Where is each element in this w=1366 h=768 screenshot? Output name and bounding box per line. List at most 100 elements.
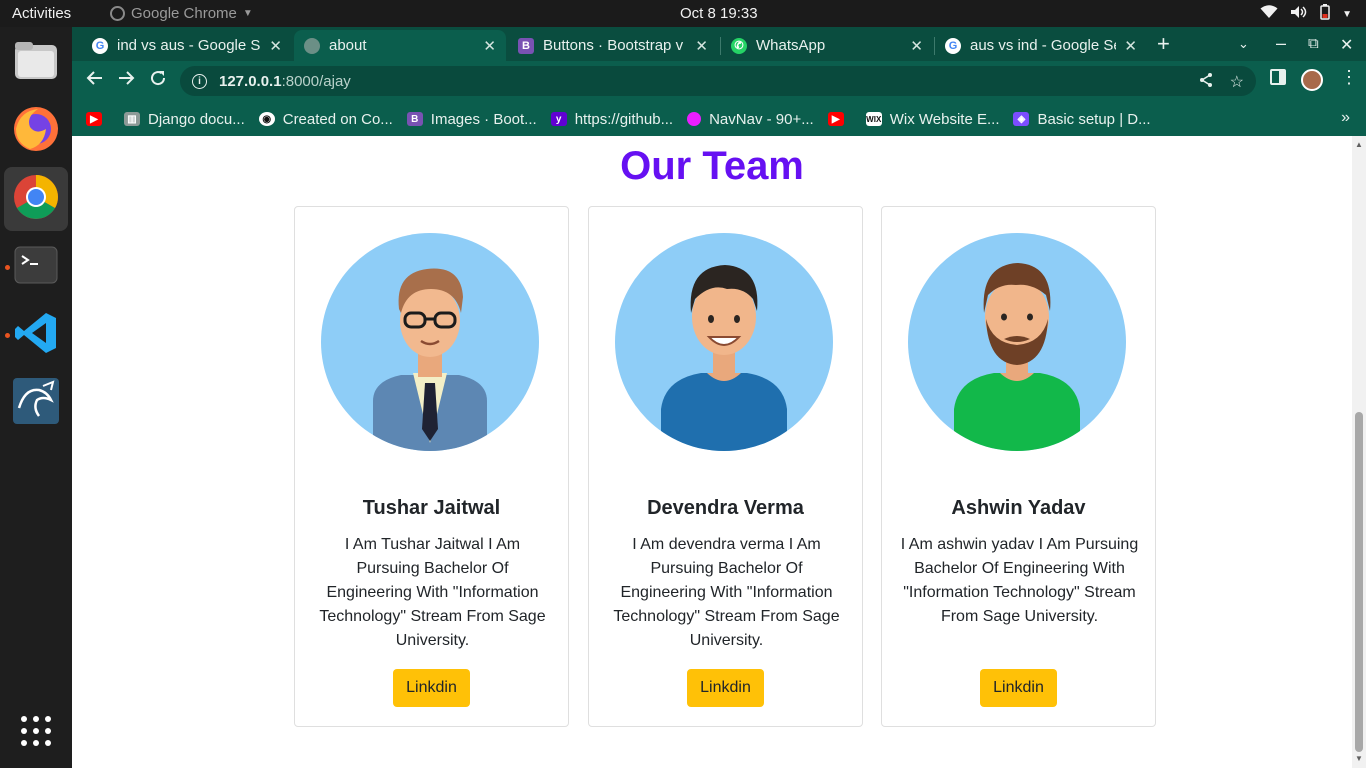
- maximize-button[interactable]: ⧉: [1308, 35, 1319, 52]
- navnav-icon: [687, 112, 702, 126]
- dock: [0, 27, 72, 768]
- tab-title: about: [329, 37, 367, 54]
- bookmark-basic-setup[interactable]: ◈ Basic setup | D...: [1013, 110, 1151, 128]
- terminal-app[interactable]: [4, 235, 68, 299]
- bookmark-label: Created on Co...: [282, 110, 393, 128]
- tab-aus-vs-ind[interactable]: G aus vs ind - Google Se ✕: [935, 30, 1147, 61]
- reload-button[interactable]: [149, 69, 167, 93]
- avatar: [321, 233, 539, 451]
- google-icon: G: [92, 37, 108, 54]
- tab-about[interactable]: about ✕: [294, 30, 506, 61]
- battery-icon: [1320, 4, 1330, 24]
- url-host: 127.0.0.1: [219, 72, 282, 90]
- member-name: Ashwin Yadav: [951, 497, 1086, 519]
- linkedin-button[interactable]: Linkdin: [980, 669, 1057, 707]
- bookmark-wix[interactable]: WIX Wix Website E...: [865, 110, 1000, 128]
- member-description: I Am ashwin yadav I Am Pursuing Bachelor…: [900, 536, 1139, 625]
- tab-bootstrap-buttons[interactable]: B Buttons · Bootstrap v ✕: [508, 30, 718, 61]
- bookmark-label: NavNav - 90+...: [709, 110, 814, 128]
- bookmark-youtube[interactable]: ▶: [86, 112, 110, 126]
- member-description: I Am Tushar Jaitwal I Am Pursuing Bachel…: [319, 536, 546, 649]
- firefox-app[interactable]: [4, 99, 68, 163]
- back-button[interactable]: [86, 69, 104, 93]
- close-icon[interactable]: ✕: [910, 37, 923, 55]
- team-member-card: Tushar Jaitwal I Am Tushar Jaitwal I Am …: [294, 206, 569, 727]
- avatar: [908, 233, 1126, 451]
- member-name: Tushar Jaitwal: [362, 497, 501, 519]
- tab-title: ind vs aus - Google Se: [117, 37, 262, 54]
- new-tab-button[interactable]: +: [1157, 31, 1170, 57]
- bootstrap-icon: B: [406, 112, 423, 126]
- site-info-icon[interactable]: i: [192, 73, 207, 89]
- firefox-icon: [12, 105, 60, 158]
- close-icon[interactable]: ✕: [483, 37, 496, 55]
- close-icon[interactable]: ✕: [1124, 37, 1137, 55]
- close-icon[interactable]: ✕: [695, 37, 708, 55]
- yahoo-icon: y: [550, 112, 567, 126]
- files-app[interactable]: [4, 31, 68, 95]
- app-menu[interactable]: Google Chrome ▼: [110, 5, 253, 22]
- caret-down-icon: ▼: [242, 8, 253, 19]
- app-grid-icon: [20, 715, 52, 752]
- menu-kebab-icon[interactable]: ⋮: [1340, 67, 1358, 88]
- vscode-app[interactable]: [4, 303, 68, 367]
- power-menu-caret-icon: ▼: [1342, 8, 1352, 20]
- system-status-area[interactable]: ▼: [1260, 4, 1352, 24]
- whatsapp-icon: ✆: [731, 37, 747, 54]
- github-icon: ◉: [258, 112, 275, 126]
- page-scrollbar[interactable]: ▲ ▼: [1352, 136, 1366, 768]
- youtube-icon: ▶: [827, 112, 844, 126]
- tab-search-chevron-icon[interactable]: ⌄: [1238, 36, 1249, 52]
- chrome-icon: [12, 173, 60, 226]
- tab-ind-vs-aus[interactable]: G ind vs aus - Google Se ✕: [82, 30, 292, 61]
- youtube-icon: ▶: [86, 112, 102, 126]
- mysql-workbench-icon: [13, 377, 59, 429]
- bookmark-star-icon[interactable]: ☆: [1230, 72, 1244, 93]
- bookmark-label: Basic setup | D...: [1037, 110, 1151, 128]
- bookmark-label: https://github...: [574, 110, 674, 128]
- chrome-app[interactable]: [4, 167, 68, 231]
- side-panel-icon[interactable]: [1270, 69, 1286, 90]
- tab-whatsapp[interactable]: ✆ WhatsApp ✕: [721, 30, 933, 61]
- minimize-button[interactable]: –: [1276, 33, 1286, 54]
- tab-title: Buttons · Bootstrap v: [543, 37, 684, 54]
- profile-avatar[interactable]: [1301, 69, 1323, 91]
- linkedin-button[interactable]: Linkdin: [393, 669, 470, 707]
- address-bar[interactable]: i 127.0.0.1 :8000/ajay ☆: [180, 66, 1256, 96]
- member-description: I Am devendra verma I Am Pursuing Bachel…: [613, 536, 840, 649]
- tab-strip: G ind vs aus - Google Se ✕ about ✕ B But…: [72, 27, 1366, 61]
- bookmark-label: Wix Website E...: [889, 110, 1000, 128]
- bookmarks-overflow-button[interactable]: »: [1341, 109, 1350, 127]
- browser-toolbar: i 127.0.0.1 :8000/ajay ☆ ⋮: [72, 61, 1366, 101]
- activities-button[interactable]: Activities: [12, 5, 71, 22]
- bookmark-navnav[interactable]: NavNav - 90+...: [687, 111, 814, 128]
- terminal-icon: [14, 246, 58, 289]
- bookmark-django-docs[interactable]: ▥ Django docu...: [124, 111, 245, 128]
- close-icon[interactable]: ✕: [269, 37, 282, 55]
- vscode-icon: [14, 311, 58, 360]
- django-icon: ▥: [124, 112, 140, 126]
- bookmark-label: Images · Boot...: [430, 110, 537, 128]
- show-applications-button[interactable]: [4, 701, 68, 765]
- close-window-button[interactable]: ✕: [1340, 35, 1353, 55]
- clock[interactable]: Oct 8 19:33: [680, 5, 758, 22]
- scroll-up-icon[interactable]: ▲: [1355, 140, 1363, 149]
- tab-title: aus vs ind - Google Se: [970, 37, 1117, 54]
- team-member-card: Devendra Verma I Am devendra verma I Am …: [588, 206, 863, 727]
- page-title: Our Team: [620, 144, 804, 188]
- linkedin-button[interactable]: Linkdin: [687, 669, 764, 707]
- tab-title: WhatsApp: [756, 37, 826, 54]
- bookmark-youtube-2[interactable]: ▶: [827, 112, 852, 126]
- mysql-workbench-app[interactable]: [4, 371, 68, 435]
- url-path: :8000/ajay: [281, 72, 351, 90]
- bookmark-bootstrap-images[interactable]: B Images · Boot...: [406, 110, 537, 128]
- forward-button[interactable]: [117, 69, 135, 93]
- globe-icon: [304, 37, 320, 54]
- share-icon[interactable]: [1198, 72, 1214, 93]
- google-icon: G: [945, 37, 961, 54]
- bookmark-github-created[interactable]: ◉ Created on Co...: [258, 110, 393, 128]
- scrollbar-thumb[interactable]: [1355, 412, 1363, 752]
- wifi-icon: [1260, 5, 1278, 23]
- bookmark-github-link[interactable]: y https://github...: [550, 110, 674, 128]
- scroll-down-icon[interactable]: ▼: [1355, 754, 1363, 763]
